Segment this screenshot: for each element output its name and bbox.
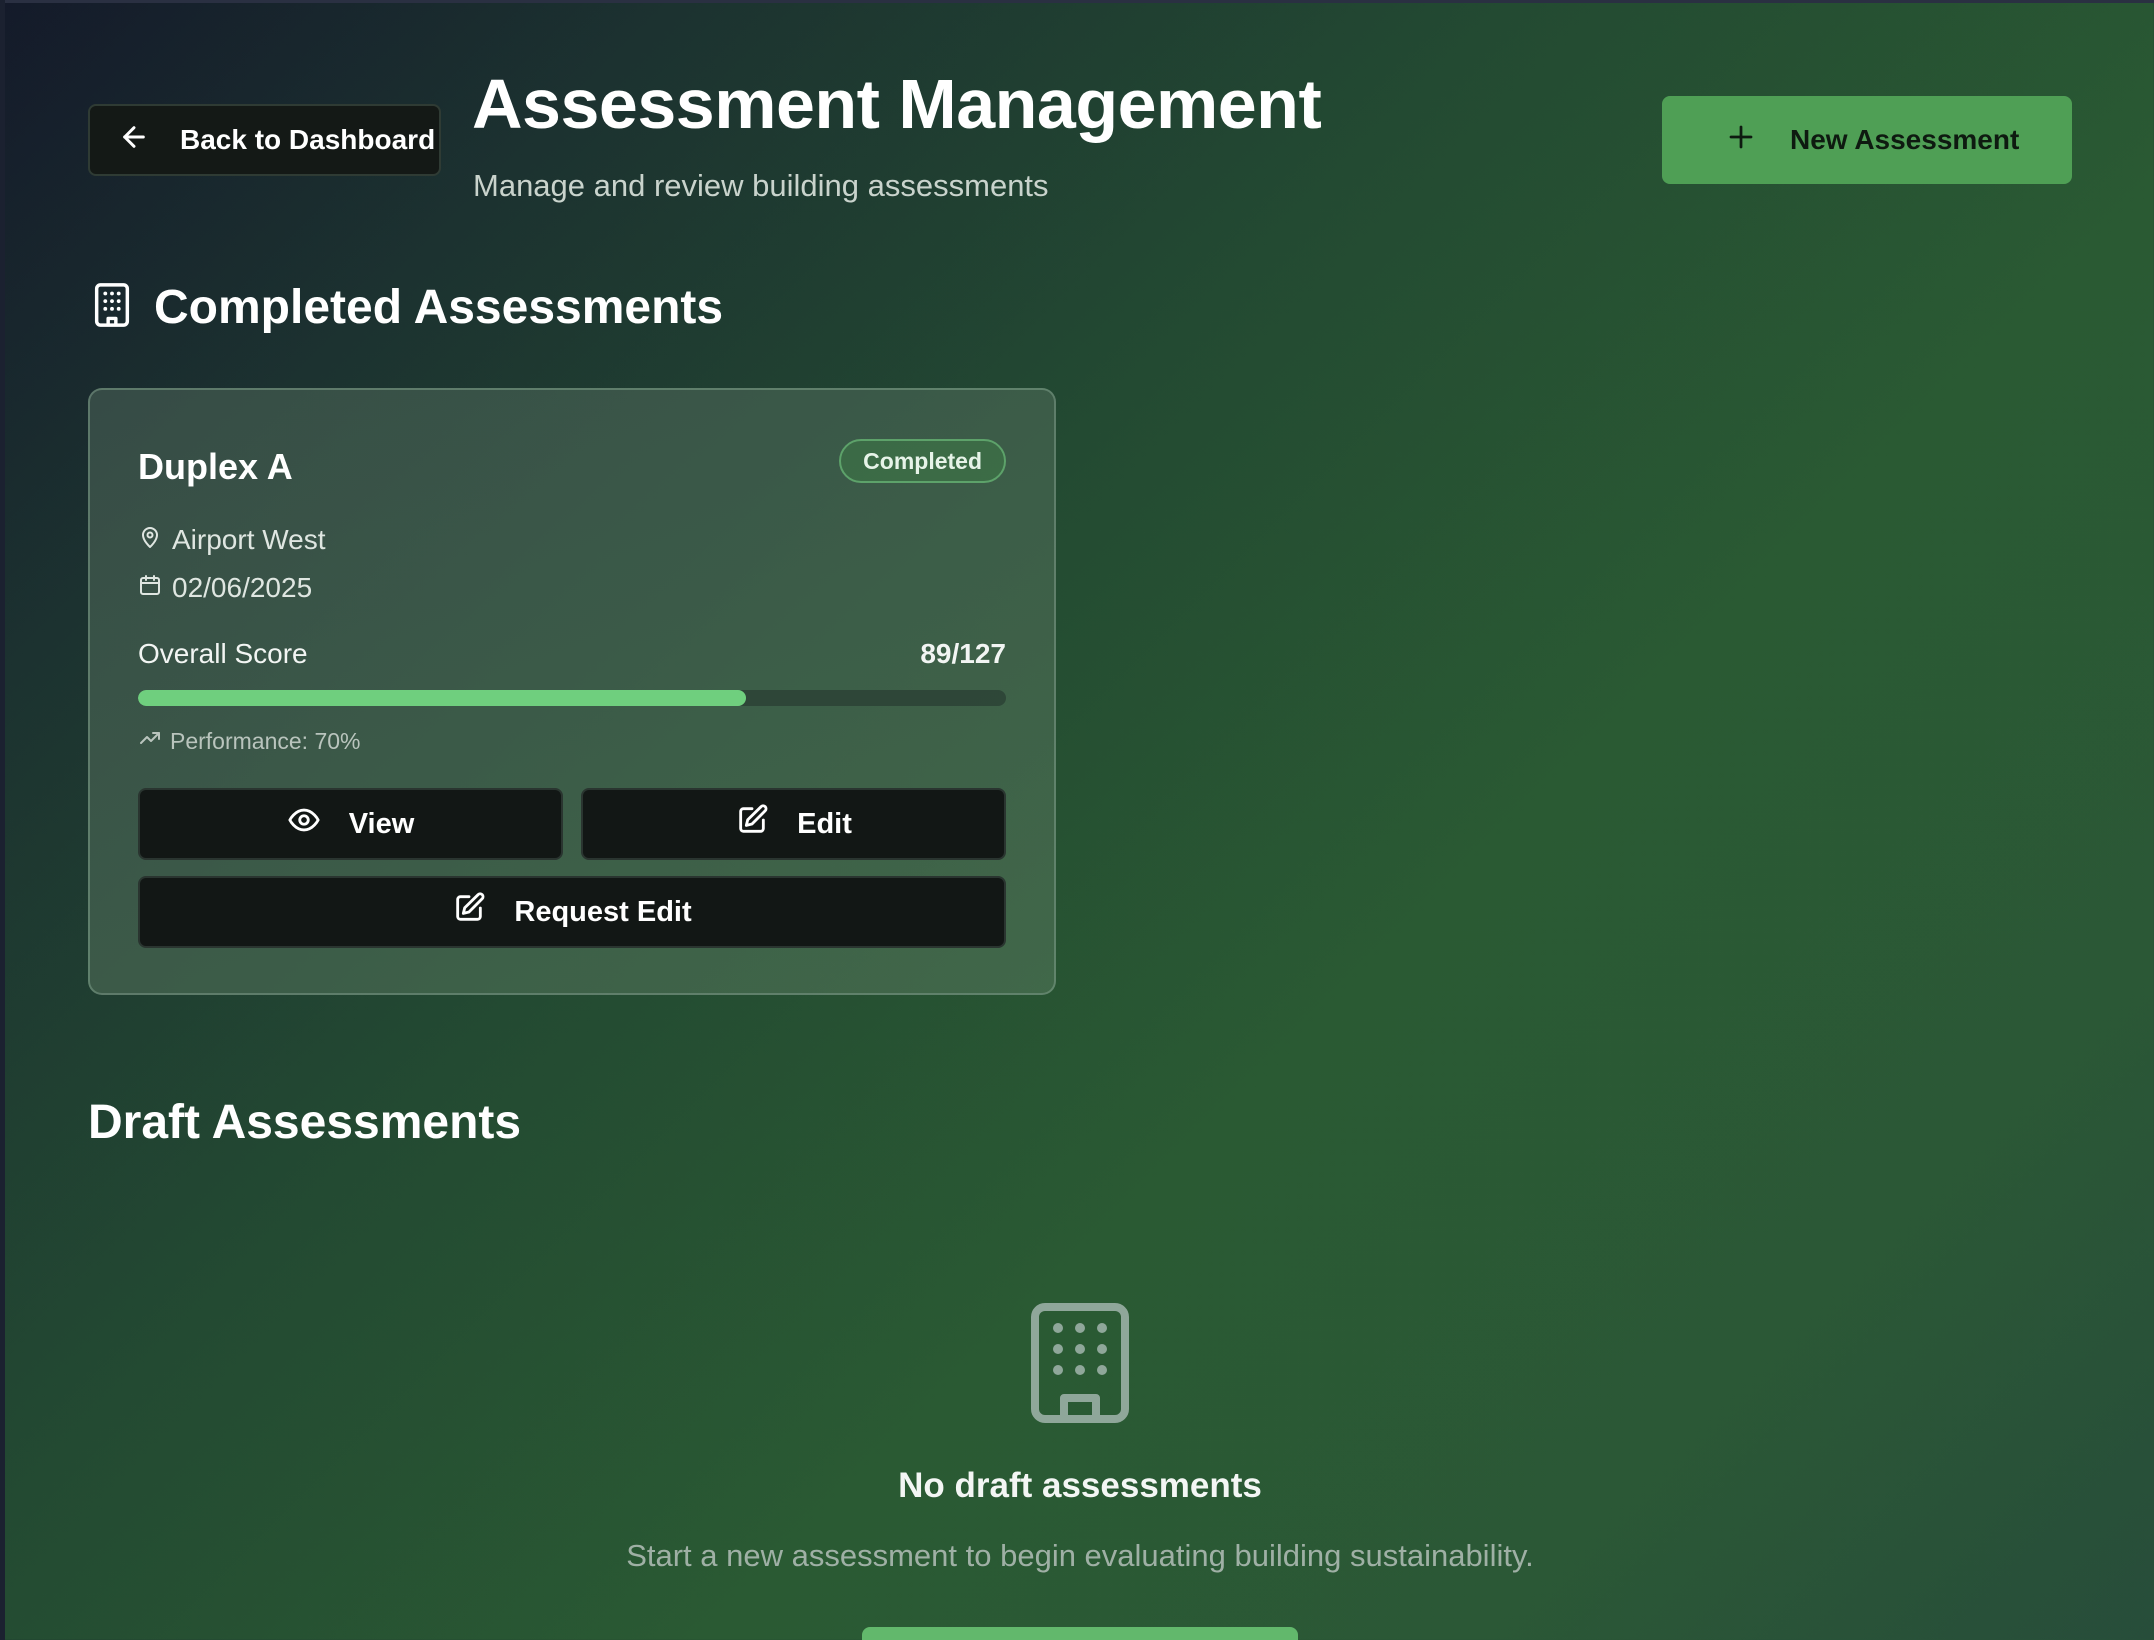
- edit-button[interactable]: Edit: [581, 788, 1006, 860]
- score-label: Overall Score: [138, 638, 308, 669]
- page-title: Assessment Management: [472, 65, 1322, 143]
- calendar-icon: [138, 572, 162, 604]
- edit-icon: [452, 891, 486, 933]
- score-progress-fill: [138, 690, 746, 706]
- edit-icon: [735, 803, 769, 845]
- view-button[interactable]: View: [138, 788, 563, 860]
- performance-text: Performance: 70%: [170, 727, 361, 754]
- request-edit-button[interactable]: Request Edit: [138, 876, 1006, 948]
- arrow-left-icon: [118, 121, 150, 160]
- edit-label: Edit: [797, 807, 852, 840]
- building-icon: [1030, 1302, 1130, 1424]
- start-assessment-button[interactable]: [862, 1627, 1298, 1640]
- new-assessment-button[interactable]: New Assessment: [1662, 96, 2072, 184]
- back-to-dashboard-button[interactable]: Back to Dashboard: [88, 104, 441, 176]
- window-top-border: [0, 0, 2154, 3]
- completed-section-header: Completed Assessments: [92, 280, 723, 335]
- building-icon: [92, 282, 132, 333]
- assessment-date: 02/06/2025: [138, 572, 312, 604]
- eye-icon: [287, 803, 321, 845]
- location-text: Airport West: [172, 524, 326, 555]
- empty-state-text: Start a new assessment to begin evaluati…: [626, 1538, 1534, 1573]
- status-badge: Completed: [839, 439, 1006, 483]
- plus-icon: [1726, 122, 1756, 159]
- trending-up-icon: [138, 726, 162, 756]
- window-left-border: [0, 0, 5, 1640]
- request-edit-label: Request Edit: [514, 895, 692, 928]
- performance-indicator: Performance: 70%: [138, 726, 360, 756]
- map-pin-icon: [138, 524, 162, 556]
- new-assessment-label: New Assessment: [1790, 124, 2020, 155]
- empty-state-title: No draft assessments: [898, 1466, 1262, 1505]
- score-progress-bar: [138, 690, 1006, 706]
- page-subtitle: Manage and review building assessments: [473, 168, 1049, 203]
- draft-section-title: Draft Assessments: [88, 1096, 522, 1149]
- completed-section-title: Completed Assessments: [154, 281, 724, 334]
- date-text: 02/06/2025: [172, 572, 313, 603]
- view-label: View: [348, 807, 415, 840]
- back-button-label: Back to Dashboard: [180, 124, 436, 155]
- assessment-location: Airport West: [138, 524, 326, 556]
- score-value: 89/127: [920, 638, 1006, 669]
- assessment-name: Duplex A: [138, 446, 293, 487]
- assessment-card: Duplex A Completed Airport West 02/06/20…: [88, 388, 1056, 995]
